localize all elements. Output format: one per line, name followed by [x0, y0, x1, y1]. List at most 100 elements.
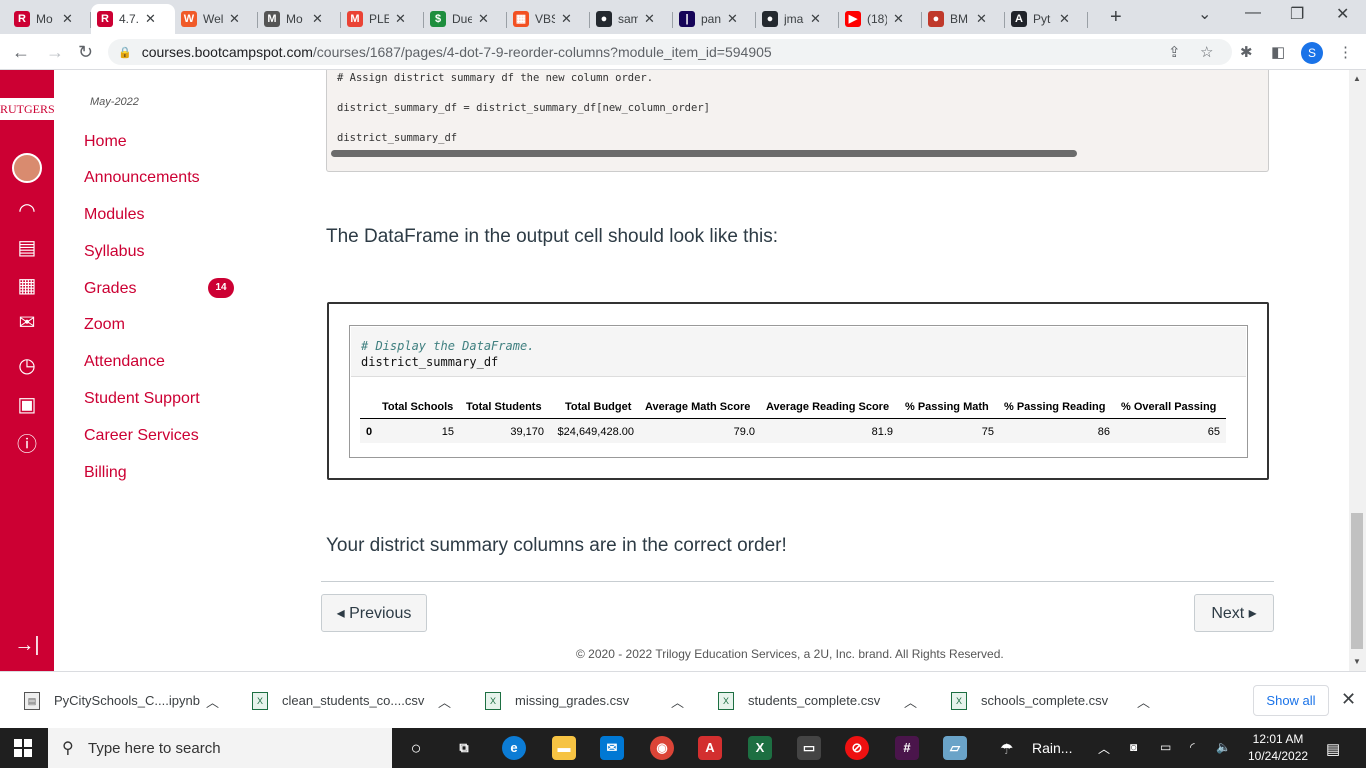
close-tab-icon[interactable]: ✕ — [810, 11, 821, 27]
system-clock[interactable]: 12:01 AM 10/24/2022 — [1248, 731, 1308, 765]
nav-student-support[interactable]: Student Support — [84, 390, 200, 408]
chrome-icon[interactable]: ◉ — [650, 736, 674, 760]
weather-text[interactable]: Rain... — [1032, 740, 1072, 756]
show-all-button[interactable]: Show all — [1253, 685, 1329, 716]
download-item[interactable]: X students_complete.csv ︿ — [718, 672, 917, 729]
close-tab-icon[interactable]: ✕ — [395, 11, 406, 27]
battery-icon[interactable]: ▭ — [1160, 740, 1171, 754]
browser-tab[interactable]: A Pyt ✕ — [1005, 4, 1088, 34]
notifications-icon[interactable]: ▤ — [1326, 740, 1340, 758]
download-item[interactable]: ▤ PyCitySchools_C....ipynb ︿ — [24, 672, 219, 729]
new-tab-button[interactable]: + — [1110, 6, 1122, 29]
download-item[interactable]: X missing_grades.csv ︿ — [485, 672, 684, 729]
share-icon[interactable]: ⇪ — [1168, 43, 1181, 61]
collapse-nav-icon[interactable]: →| — [12, 630, 42, 660]
nav-attendance[interactable]: Attendance — [84, 353, 165, 371]
nav-home[interactable]: Home — [84, 133, 127, 151]
rutgers-logo[interactable]: RUTGERS — [0, 98, 55, 120]
weather-icon[interactable]: ☂ — [1000, 740, 1013, 758]
browser-tab[interactable]: R Mo ✕ — [8, 4, 91, 34]
excel-icon[interactable]: X — [748, 736, 772, 760]
studio-icon[interactable]: ▣ — [12, 390, 42, 420]
close-tab-icon[interactable]: ✕ — [312, 11, 323, 27]
nav-announcements[interactable]: Announcements — [84, 169, 200, 187]
browser-tab[interactable]: ▶ (18) ✕ — [839, 4, 922, 34]
volume-icon[interactable]: 🔈 — [1216, 740, 1231, 754]
history-icon[interactable]: ◷ — [12, 351, 42, 381]
chevron-up-icon[interactable]: ︿ — [671, 692, 684, 711]
download-item[interactable]: X schools_complete.csv ︿ — [951, 672, 1150, 729]
cortana-icon[interactable]: ○ — [404, 736, 428, 760]
menu-kebab-icon[interactable]: ⋮ — [1338, 43, 1353, 61]
dashboard-icon[interactable]: ◠ — [12, 196, 42, 226]
page-scrollbar[interactable]: ▲ ▼ — [1349, 70, 1366, 671]
task-view-icon[interactable]: ⧉ — [452, 736, 476, 760]
browser-tab[interactable]: ▦ VBS ✕ — [507, 4, 590, 34]
windows-start-icon[interactable] — [14, 739, 32, 757]
tab-search-icon[interactable]: ⌄ — [1198, 4, 1211, 24]
close-tab-icon[interactable]: ✕ — [229, 11, 240, 27]
nav-billing[interactable]: Billing — [84, 464, 127, 482]
chevron-up-icon[interactable]: ︿ — [904, 692, 917, 711]
slack-icon[interactable]: # — [895, 736, 919, 760]
courses-icon[interactable]: ▤ — [12, 233, 42, 263]
close-tab-icon[interactable]: ✕ — [62, 11, 73, 27]
chevron-up-icon[interactable]: ︿ — [1137, 692, 1150, 711]
code-horizontal-scrollbar[interactable] — [331, 150, 1077, 157]
close-tab-icon[interactable]: ✕ — [478, 11, 489, 27]
close-tab-icon[interactable]: ✕ — [644, 11, 655, 27]
security-app-icon[interactable]: ⊘ — [845, 736, 869, 760]
reload-icon[interactable]: ↻ — [78, 42, 93, 63]
extensions-icon[interactable]: ✱ — [1240, 43, 1253, 61]
address-bar[interactable]: 🔒 courses.bootcampspot.com/courses/1687/… — [108, 39, 1232, 65]
scroll-up-icon[interactable]: ▲ — [1353, 74, 1361, 83]
forward-icon[interactable]: → — [46, 42, 64, 63]
taskbar-search[interactable]: ⚲ Type here to search — [48, 728, 392, 768]
nav-zoom[interactable]: Zoom — [84, 316, 125, 334]
chevron-up-icon[interactable]: ︿ — [206, 692, 219, 711]
chevron-up-icon[interactable]: ︿ — [438, 692, 451, 711]
minimize-button[interactable]: — — [1245, 4, 1261, 22]
wifi-icon[interactable]: ◜ — [1190, 740, 1195, 754]
browser-tab[interactable]: ● sam ✕ — [590, 4, 673, 34]
side-panel-icon[interactable]: ◧ — [1271, 43, 1285, 61]
close-tab-icon[interactable]: ✕ — [1059, 11, 1070, 27]
nav-grades[interactable]: Grades — [84, 280, 136, 298]
account-avatar[interactable] — [12, 153, 42, 183]
terminal-icon[interactable]: ▭ — [797, 736, 821, 760]
scroll-down-icon[interactable]: ▼ — [1353, 657, 1361, 666]
nav-career-services[interactable]: Career Services — [84, 427, 199, 445]
scrollbar-thumb[interactable] — [1351, 513, 1363, 649]
close-download-bar-icon[interactable]: ✕ — [1341, 689, 1356, 710]
close-tab-icon[interactable]: ✕ — [145, 11, 156, 27]
close-tab-icon[interactable]: ✕ — [561, 11, 572, 27]
inbox-icon[interactable]: ✉ — [12, 308, 42, 338]
close-tab-icon[interactable]: ✕ — [976, 11, 987, 27]
next-button[interactable]: Next ▸ — [1194, 594, 1274, 632]
acrobat-icon[interactable]: A — [698, 736, 722, 760]
nav-syllabus[interactable]: Syllabus — [84, 243, 144, 261]
previous-button[interactable]: ◂ Previous — [321, 594, 427, 632]
notepad-icon[interactable]: ▱ — [943, 736, 967, 760]
bookmark-star-icon[interactable]: ☆ — [1200, 43, 1213, 61]
meet-icon[interactable]: ◙ — [1130, 740, 1137, 754]
file-explorer-icon[interactable]: ▬ — [552, 736, 576, 760]
browser-tab[interactable]: ● BM ✕ — [922, 4, 1005, 34]
calendar-icon[interactable]: ▦ — [12, 271, 42, 301]
browser-tab[interactable]: | pan ✕ — [673, 4, 756, 34]
nav-modules[interactable]: Modules — [84, 206, 144, 224]
edge-icon[interactable]: e — [502, 736, 526, 760]
close-window-button[interactable]: ✕ — [1336, 4, 1349, 24]
browser-tab[interactable]: R 4.7. ✕ — [91, 4, 175, 34]
close-tab-icon[interactable]: ✕ — [893, 11, 904, 27]
mail-icon[interactable]: ✉ — [600, 736, 624, 760]
browser-tab[interactable]: ● jma ✕ — [756, 4, 839, 34]
back-icon[interactable]: ← — [12, 42, 30, 63]
browser-tab[interactable]: M PLE ✕ — [341, 4, 424, 34]
help-icon[interactable]: ⓘ — [12, 430, 42, 460]
profile-avatar[interactable]: S — [1301, 42, 1323, 64]
browser-tab[interactable]: M Mo ✕ — [258, 4, 341, 34]
browser-tab[interactable]: W Wel ✕ — [175, 4, 258, 34]
maximize-button[interactable]: ❐ — [1290, 4, 1304, 24]
download-item[interactable]: X clean_students_co....csv ︿ — [252, 672, 451, 729]
